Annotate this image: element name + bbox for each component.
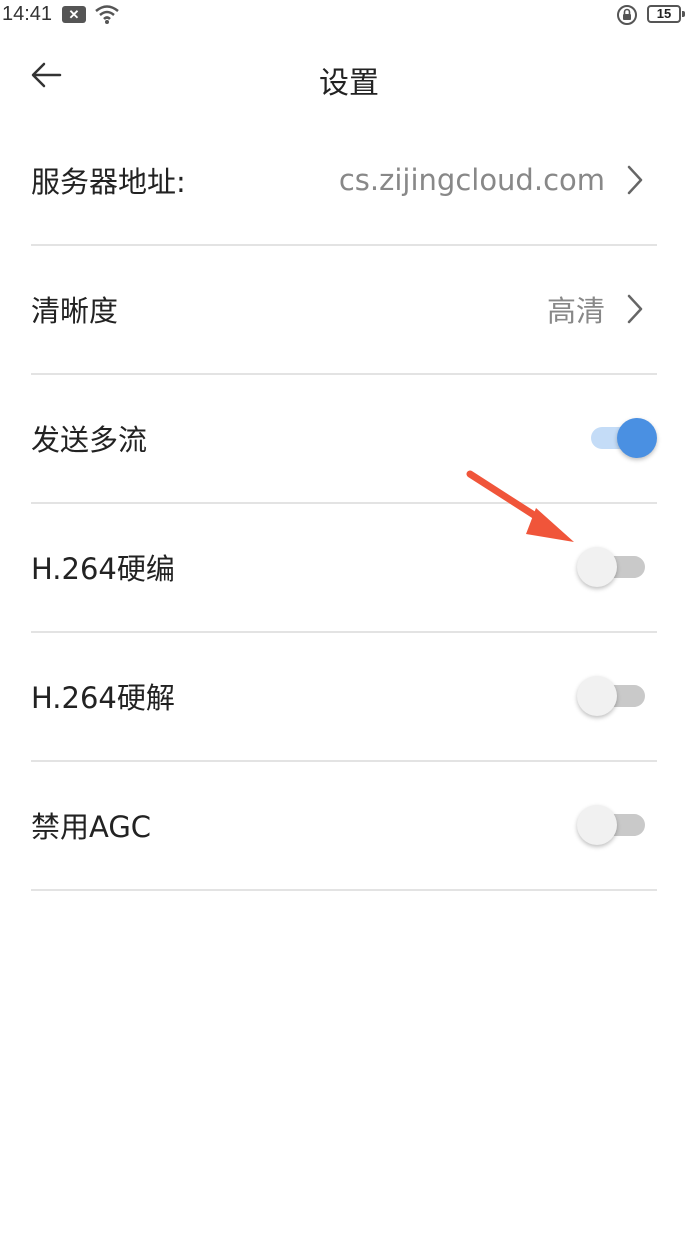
toggle-thumb [577,805,617,845]
status-time: 14:41 [2,3,53,25]
h264-decode-row: H.264硬解 [31,632,657,762]
wifi-icon [95,5,119,24]
chevron-right-icon [627,165,643,195]
multi-stream-toggle[interactable] [589,416,657,460]
chevron-right-icon [627,294,643,324]
h264-decode-label: H.264硬解 [31,681,175,715]
server-address-label: 服务器地址: [31,165,186,199]
clarity-label: 清晰度 [31,294,119,328]
h264-encode-row: H.264硬编 [31,503,657,633]
disable-agc-row: 禁用AGC [31,761,657,891]
battery-icon: 15 [647,5,685,23]
page-title: 设置 [319,66,379,101]
toggle-thumb [617,418,657,458]
toggle-thumb [577,547,617,587]
h264-decode-toggle[interactable] [577,674,647,718]
multi-stream-label: 发送多流 [31,423,148,457]
toggle-thumb [577,676,617,716]
h264-encode-label: H.264硬编 [31,552,175,586]
server-address-row[interactable]: 服务器地址: cs.zijingcloud.com [31,116,657,246]
h264-encode-toggle[interactable] [577,545,647,589]
clarity-row[interactable]: 清晰度 高清 [31,245,657,375]
disable-agc-toggle[interactable] [577,803,647,847]
status-bar: 14:41 ✕ 15 [0,0,698,30]
close-box-icon: ✕ [62,6,86,23]
server-address-value: cs.zijingcloud.com [338,163,605,197]
disable-agc-label: 禁用AGC [31,810,152,844]
clarity-value: 高清 [546,294,605,328]
multi-stream-row: 发送多流 [31,374,657,504]
lock-rotation-icon [617,5,637,25]
